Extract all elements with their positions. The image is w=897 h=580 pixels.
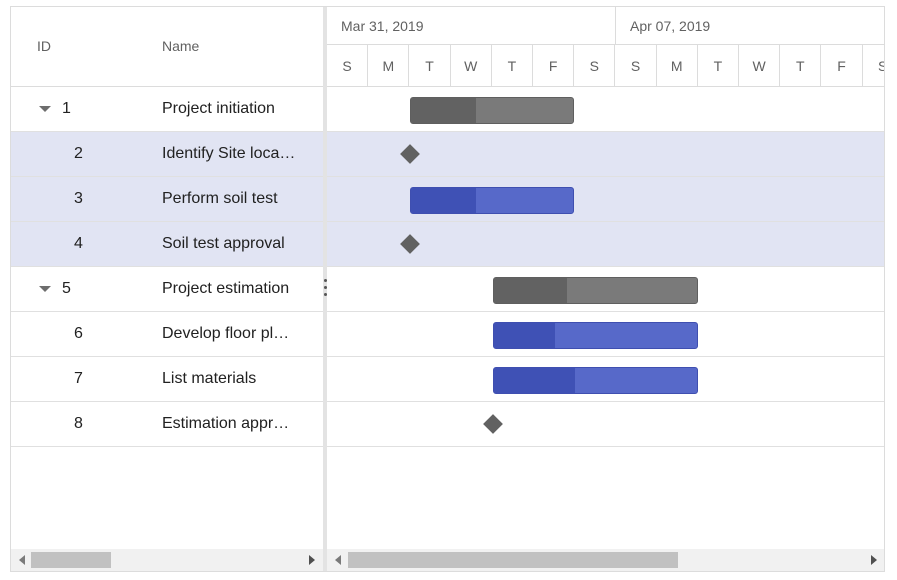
timeline-day: T	[409, 45, 451, 87]
caret-down-icon[interactable]	[39, 286, 51, 292]
grid-header: ID Name	[11, 7, 323, 87]
timeline-week: Apr 07, 2019	[616, 7, 884, 45]
timeline-day: M	[657, 45, 698, 87]
task-name: Identify Site loca…	[162, 145, 296, 162]
progress-fill	[493, 368, 575, 393]
task-id: 6	[74, 325, 83, 342]
parent-task-bar[interactable]	[492, 277, 698, 304]
child-task-bar[interactable]	[492, 322, 698, 349]
task-name: Develop floor pla…	[162, 325, 297, 342]
task-name: Soil test approval	[162, 235, 285, 252]
week-label: Apr 07, 2019	[630, 18, 711, 34]
timeline-day: T	[780, 45, 822, 87]
task-id: 2	[74, 145, 83, 162]
gantt-chart-pane: Mar 31, 2019Apr 07, 2019SMTWTFSSMTWTFS	[327, 7, 884, 571]
table-row[interactable]: 1 Project initiation	[11, 87, 323, 132]
task-name: Perform soil test	[162, 190, 278, 207]
scroll-right-icon[interactable]	[871, 555, 877, 565]
progress-fill	[411, 98, 477, 123]
table-row[interactable]: 6 Develop floor pla…	[11, 312, 323, 357]
timeline-day: S	[327, 45, 369, 87]
timeline-day: M	[368, 45, 410, 87]
task-name: Project estimation	[162, 280, 290, 297]
progress-fill	[411, 188, 477, 213]
timeline-day: W	[451, 45, 492, 87]
caret-down-icon[interactable]	[39, 106, 51, 112]
task-name: Estimation appro…	[162, 415, 297, 432]
timeline-day: F	[533, 45, 575, 87]
table-row[interactable]: 5 Project estimation	[11, 267, 323, 312]
timeline-week: Mar 31, 2019	[327, 7, 616, 45]
table-row[interactable]: 4 Soil test approval	[11, 222, 323, 267]
grid-horizontal-scrollbar[interactable]	[11, 549, 323, 571]
timeline-day: S	[863, 45, 884, 87]
scroll-left-icon[interactable]	[19, 555, 25, 565]
timeline-day: F	[821, 45, 863, 87]
chart-scroll-thumb[interactable]	[348, 552, 678, 568]
task-grid: ID Name 1 Project initiation 2 Identify Sit…	[11, 7, 323, 571]
timeline-day: S	[615, 45, 657, 87]
scroll-left-icon[interactable]	[335, 555, 341, 565]
task-id: 8	[74, 415, 83, 432]
progress-fill	[493, 278, 567, 303]
table-row[interactable]: 2 Identify Site loca…	[11, 132, 323, 177]
task-name: Project initiation	[162, 100, 275, 117]
column-header-name[interactable]: Name	[162, 38, 199, 54]
child-task-bar[interactable]	[410, 187, 575, 214]
progress-fill	[493, 323, 555, 348]
timeline-header: Mar 31, 2019Apr 07, 2019SMTWTFSSMTWTFS	[327, 7, 884, 87]
child-task-bar[interactable]	[492, 367, 698, 394]
parent-task-bar[interactable]	[410, 97, 575, 124]
task-id: 1	[62, 100, 71, 117]
task-name: List materials	[162, 370, 257, 387]
task-id: 4	[74, 235, 83, 252]
table-row[interactable]: 3 Perform soil test	[11, 177, 323, 222]
column-header-id[interactable]: ID	[37, 38, 51, 54]
grid-scroll-thumb[interactable]	[31, 552, 111, 568]
timeline-day: S	[574, 45, 616, 87]
table-row[interactable]: 7 List materials	[11, 357, 323, 402]
timeline-day: W	[739, 45, 781, 87]
task-id: 5	[62, 280, 71, 297]
gantt-chart: ID Name 1 Project initiation 2 Identify Sit…	[10, 6, 885, 572]
week-label: Mar 31, 2019	[341, 18, 424, 34]
timeline-day: T	[698, 45, 739, 87]
chart-horizontal-scrollbar[interactable]	[327, 549, 884, 571]
task-id: 3	[74, 190, 83, 207]
task-id: 7	[74, 370, 83, 387]
table-row[interactable]: 8 Estimation appro…	[11, 402, 323, 447]
timeline-day: T	[492, 45, 533, 87]
chart-row[interactable]	[327, 402, 884, 447]
scroll-right-icon[interactable]	[309, 555, 315, 565]
